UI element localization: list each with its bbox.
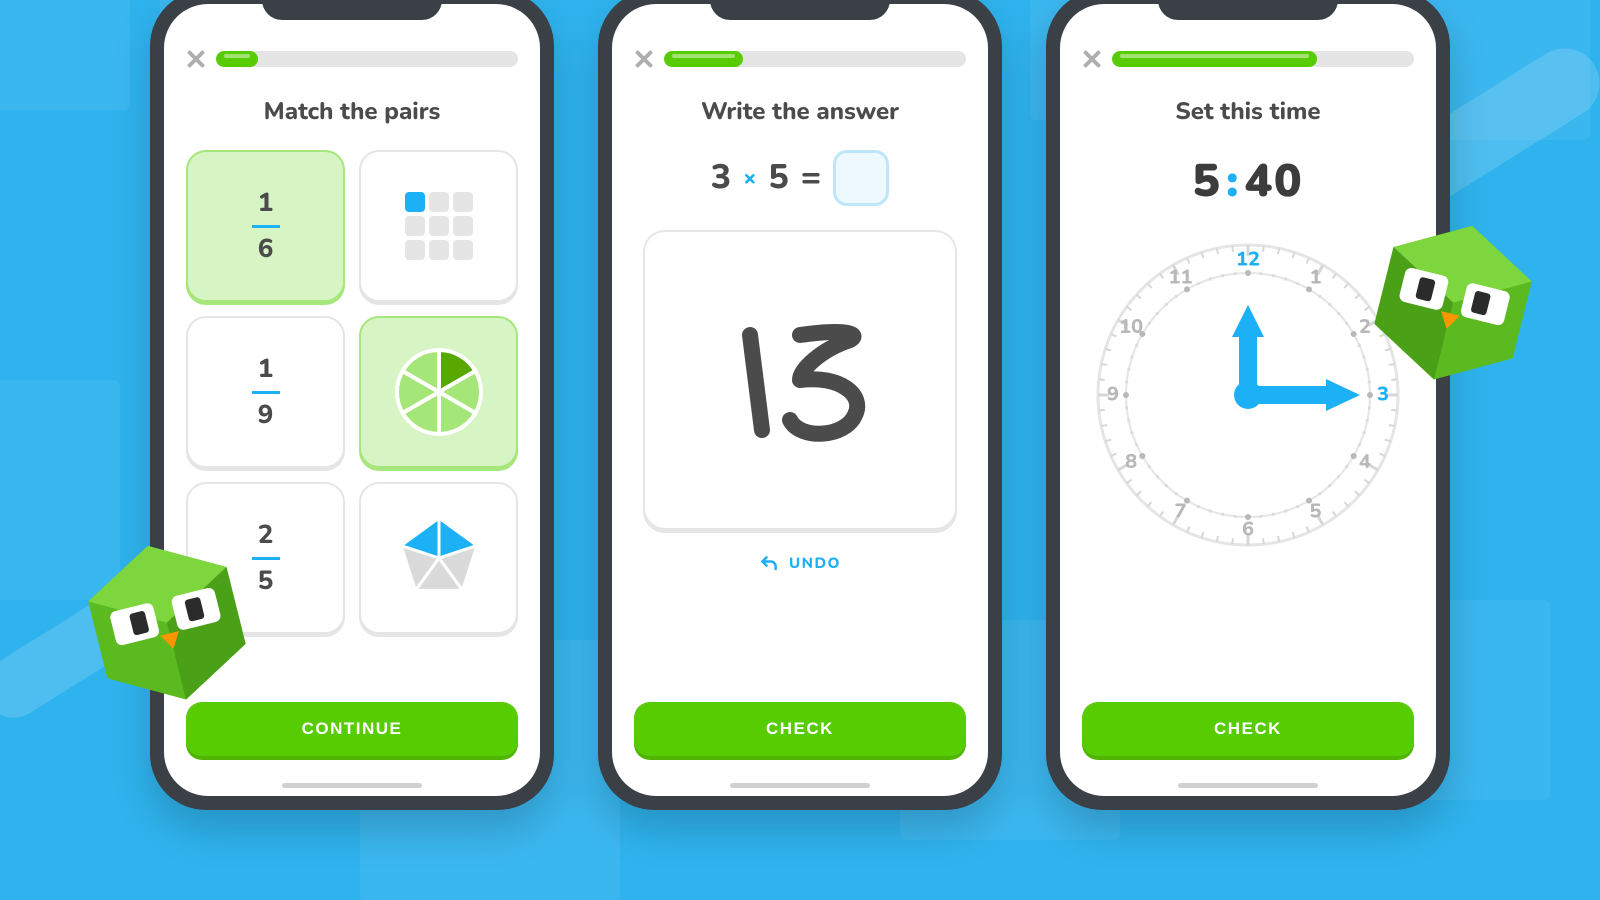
svg-text:8: 8 [1125, 449, 1137, 476]
fraction-bar [252, 225, 280, 228]
pentagon-fifths-icon [389, 508, 489, 608]
top-bar [186, 50, 518, 68]
undo-icon [759, 554, 779, 574]
fraction: 1 9 [252, 352, 280, 433]
handwriting-pad[interactable] [643, 230, 957, 530]
denominator: 5 [258, 564, 274, 599]
operand-b: 5 [768, 155, 788, 201]
svg-text:5: 5 [1310, 498, 1322, 525]
tile-pentagon-fifths[interactable] [359, 482, 518, 634]
denominator: 9 [258, 398, 274, 433]
svg-text:3: 3 [1377, 382, 1389, 409]
home-indicator [730, 783, 870, 788]
progress-fill [664, 51, 743, 67]
progress-fill [216, 51, 258, 67]
screen-write-answer: Write the answer 3 × 5 = UNDO CHECK [612, 4, 988, 796]
tile-fraction-1-6[interactable]: 1 6 [186, 150, 345, 302]
svg-text:12: 12 [1236, 247, 1260, 274]
close-icon[interactable] [1082, 50, 1100, 68]
close-icon[interactable] [634, 50, 652, 68]
answer-box[interactable] [833, 150, 889, 206]
close-icon[interactable] [186, 50, 204, 68]
home-indicator [1178, 783, 1318, 788]
prompt-text: Write the answer [634, 96, 966, 128]
top-bar [1082, 50, 1414, 68]
progress-bar [664, 51, 966, 67]
fraction: 1 6 [252, 186, 280, 267]
fraction-bar [252, 557, 280, 560]
grid-3x3-icon [405, 192, 473, 260]
phone-notch [1158, 0, 1338, 20]
progress-bar [1112, 51, 1414, 67]
tile-grid-3x3[interactable] [359, 150, 518, 302]
time-separator: : [1226, 150, 1241, 213]
svg-text:7: 7 [1175, 498, 1187, 525]
svg-text:1: 1 [1310, 265, 1322, 292]
bg-tile [0, 0, 130, 110]
screen-set-time: Set this time 5:40 121234567891011 [1060, 4, 1436, 796]
home-indicator [282, 783, 422, 788]
phone-set-time: Set this time 5:40 121234567891011 [1046, 0, 1450, 810]
tile-pie-sixths[interactable] [359, 316, 518, 468]
svg-text:10: 10 [1119, 314, 1143, 341]
check-button[interactable]: CHECK [1082, 702, 1414, 756]
undo-button[interactable]: UNDO [634, 554, 966, 574]
svg-text:9: 9 [1107, 382, 1119, 409]
prompt-text: Set this time [1082, 96, 1414, 128]
equals-sign: = [801, 155, 821, 201]
numerator: 1 [258, 352, 274, 387]
continue-button[interactable]: CONTINUE [186, 702, 518, 756]
handwritten-15-icon [700, 280, 900, 480]
progress-bar [216, 51, 518, 67]
time-hour: 5 [1192, 150, 1222, 213]
check-button[interactable]: CHECK [634, 702, 966, 756]
top-bar [634, 50, 966, 68]
pie-sixths-icon [389, 342, 489, 442]
operand-a: 3 [711, 155, 731, 201]
tile-fraction-1-9[interactable]: 1 9 [186, 316, 345, 468]
svg-text:4: 4 [1359, 449, 1371, 476]
undo-label: UNDO [789, 554, 841, 574]
prompt-text: Match the pairs [186, 96, 518, 128]
phone-notch [262, 0, 442, 20]
progress-fill [1112, 51, 1317, 67]
phone-notch [710, 0, 890, 20]
time-minute: 40 [1244, 150, 1303, 213]
fraction-bar [252, 391, 280, 394]
numerator: 1 [258, 186, 274, 221]
svg-text:11: 11 [1169, 265, 1193, 292]
numerator: 2 [258, 518, 274, 553]
svg-text:6: 6 [1242, 517, 1254, 544]
phone-write-answer: Write the answer 3 × 5 = UNDO CHECK [598, 0, 1002, 810]
time-display: 5:40 [1082, 150, 1414, 213]
equation-row: 3 × 5 = [634, 150, 966, 206]
operator: × [743, 163, 756, 193]
denominator: 6 [258, 232, 274, 267]
